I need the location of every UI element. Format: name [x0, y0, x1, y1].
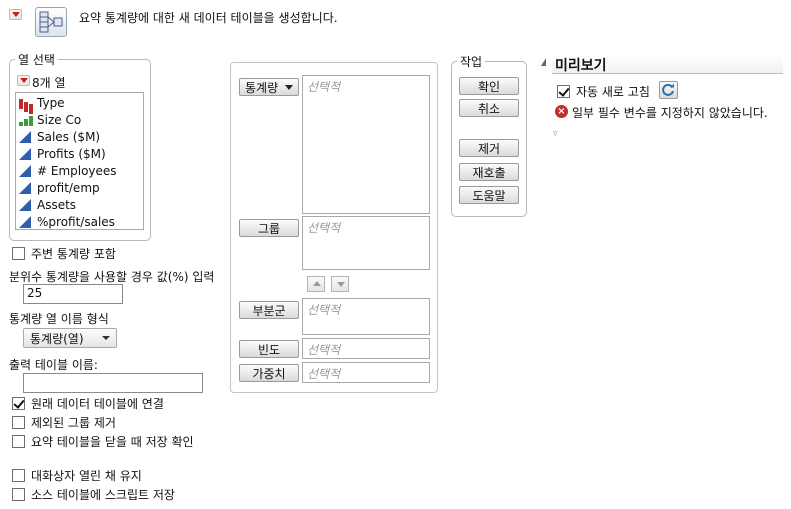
- list-item[interactable]: Type: [16, 94, 143, 111]
- subgroup-button[interactable]: 부분군: [239, 301, 299, 319]
- continuous-icon: [19, 147, 33, 160]
- list-item[interactable]: %profit/sales: [16, 213, 143, 230]
- auto-refresh-checkbox[interactable]: 자동 새로 고침: [557, 83, 650, 100]
- frequency-button[interactable]: 빈도: [239, 340, 299, 358]
- frequency-role-box[interactable]: 선택적: [302, 338, 430, 359]
- group-role-box[interactable]: 선택적: [302, 216, 430, 270]
- statistics-role-box[interactable]: 선택적: [302, 75, 430, 214]
- list-item[interactable]: Size Co: [16, 111, 143, 128]
- checkbox-box[interactable]: [12, 435, 25, 448]
- column-count-label: 8개 열: [32, 76, 66, 90]
- quantile-label: 분위수 통계량을 사용할 경우 값(%) 입력: [9, 270, 215, 284]
- recall-button[interactable]: 재호출: [459, 163, 519, 181]
- link-original-checkbox[interactable]: 원래 데이터 테이블에 연결: [12, 395, 164, 412]
- checkbox-box[interactable]: [12, 488, 25, 501]
- chevron-down-icon: [285, 85, 293, 90]
- keep-dialog-open-checkbox[interactable]: 대화상자 열린 채 유지: [12, 467, 142, 484]
- cancel-button[interactable]: 취소: [459, 99, 519, 117]
- preview-title: 미리보기: [555, 58, 607, 74]
- remove-button[interactable]: 제거: [459, 139, 519, 157]
- checkbox-box[interactable]: [12, 469, 25, 482]
- output-table-input[interactable]: [23, 373, 203, 393]
- ok-button[interactable]: 확인: [459, 77, 519, 95]
- chevron-down-icon: [102, 336, 110, 340]
- stat-name-format-label: 통계량 열 이름 형식: [9, 312, 109, 326]
- actions-legend: 작업: [460, 55, 483, 69]
- continuous-icon: [19, 164, 33, 177]
- continuous-icon: [19, 181, 33, 194]
- red-triangle-menu[interactable]: [9, 9, 22, 20]
- collapse-triangle-icon[interactable]: [541, 58, 546, 66]
- refresh-icon: [662, 83, 674, 96]
- list-item[interactable]: Assets: [16, 196, 143, 213]
- checkbox-box[interactable]: [12, 397, 25, 410]
- marginal-stats-checkbox[interactable]: 주변 통계량 포함: [12, 245, 116, 262]
- save-script-checkbox[interactable]: 소스 테이블에 스크립트 저장: [12, 486, 175, 503]
- ordinal-icon: [19, 114, 33, 126]
- continuous-icon: [19, 198, 33, 211]
- subgroup-role-box[interactable]: 선택적: [302, 298, 430, 335]
- list-item[interactable]: Profits ($M): [16, 145, 143, 162]
- checkbox-box[interactable]: [557, 85, 570, 98]
- confirm-save-checkbox[interactable]: 요약 테이블을 닫을 때 저장 확인: [12, 433, 194, 450]
- stat-name-format-select[interactable]: 통계량(열): [23, 328, 117, 348]
- exclude-groups-checkbox[interactable]: 제외된 그룹 제거: [12, 414, 116, 431]
- summary-icon: [35, 7, 67, 37]
- weight-role-box[interactable]: 선택적: [302, 362, 430, 383]
- continuous-icon: [19, 215, 33, 228]
- weight-button[interactable]: 가중치: [239, 364, 299, 382]
- help-button[interactable]: 도움말: [459, 186, 519, 204]
- refresh-button[interactable]: [659, 81, 678, 99]
- continuous-icon: [19, 130, 33, 143]
- error-message: 일부 필수 변수를 지정하지 않았습니다.: [572, 106, 768, 120]
- outline-triangle-icon[interactable]: ▿: [553, 129, 558, 139]
- dialog-description: 요약 통계량에 대한 새 데이터 테이블을 생성합니다.: [79, 11, 338, 25]
- group-button[interactable]: 그룹: [239, 219, 299, 237]
- column-select-legend: 열 선택: [18, 53, 55, 67]
- checkbox-box[interactable]: [12, 247, 25, 260]
- move-down-button[interactable]: [331, 276, 349, 292]
- statistics-button[interactable]: 통계량: [239, 78, 299, 96]
- list-item[interactable]: # Employees: [16, 162, 143, 179]
- checkbox-box[interactable]: [12, 416, 25, 429]
- quantile-input[interactable]: 25: [23, 284, 123, 304]
- output-table-label: 출력 테이블 이름:: [9, 358, 98, 372]
- list-item[interactable]: profit/emp: [16, 179, 143, 196]
- error-icon: ×: [555, 105, 568, 118]
- columns-menu-triangle[interactable]: [17, 75, 30, 86]
- column-list[interactable]: Type Size Co Sales ($M) Profits ($M) # E…: [15, 92, 144, 230]
- list-item[interactable]: Sales ($M): [16, 128, 143, 145]
- nominal-icon: [19, 97, 33, 109]
- move-up-button[interactable]: [307, 276, 325, 292]
